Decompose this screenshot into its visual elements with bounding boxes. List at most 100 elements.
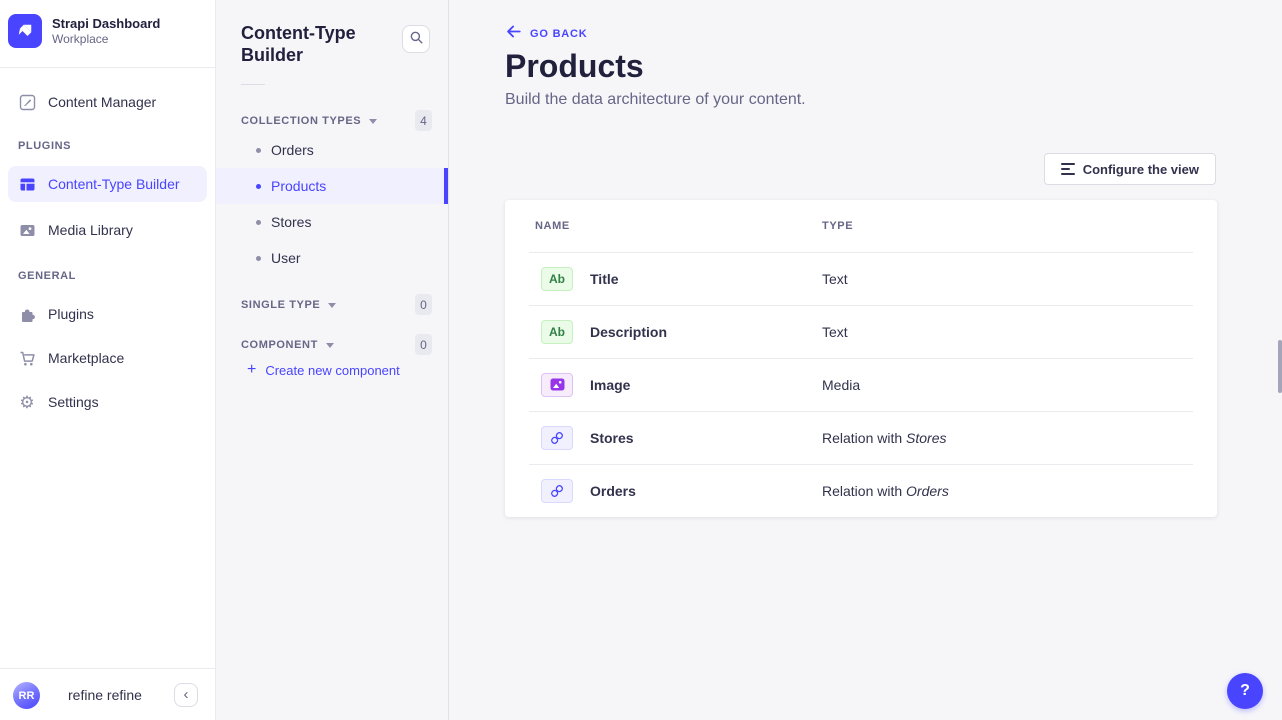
field-type: Media	[822, 377, 860, 393]
divider	[0, 67, 215, 68]
section-collection-types[interactable]: COLLECTION TYPES 4	[241, 112, 432, 130]
relation-field-icon	[541, 426, 573, 450]
workspace-switcher[interactable]: Strapi Dashboard Workplace	[8, 14, 160, 48]
search-icon	[409, 30, 424, 48]
subnav-item-label: Orders	[271, 142, 314, 158]
go-back-label: GO BACK	[530, 28, 588, 40]
chevron-down-icon	[326, 343, 334, 348]
field-type: Relation with Stores	[822, 430, 947, 446]
column-header-type: TYPE	[822, 220, 853, 232]
field-type-text: Text	[822, 271, 848, 287]
sidebar-item-content-manager[interactable]: Content Manager	[8, 84, 207, 120]
table-row-image[interactable]: Image Media	[505, 358, 1217, 411]
filter-lines-icon	[1061, 163, 1075, 175]
strapi-logo-icon	[8, 14, 42, 48]
sidebar-item-media-library[interactable]: Media Library	[8, 212, 207, 248]
collapse-sidebar-button[interactable]: ‹	[174, 683, 198, 707]
text-field-icon: Ab	[541, 267, 573, 291]
user-name: refine refine	[68, 669, 142, 720]
field-name: Stores	[590, 430, 634, 446]
scrollbar-thumb[interactable]	[1278, 340, 1282, 393]
field-name: Title	[590, 271, 619, 287]
field-type: Relation with Orders	[822, 483, 949, 499]
subnav-item-label: User	[271, 250, 301, 266]
field-type-text: Relation with	[822, 430, 906, 446]
pen-icon	[18, 93, 36, 111]
configure-view-button[interactable]: Configure the view	[1044, 153, 1216, 185]
count-badge: 0	[415, 334, 432, 355]
content-type-builder-subnav: Content-Type Builder COLLECTION TYPES 4 …	[216, 0, 449, 720]
table-row-stores[interactable]: Stores Relation with Stores	[505, 411, 1217, 464]
main-content: GO BACK Products Build the data architec…	[449, 0, 1282, 720]
text-field-icon: Ab	[541, 320, 573, 344]
table-row-title[interactable]: Ab Title Text	[505, 252, 1217, 305]
plus-icon: +	[247, 362, 256, 378]
subnav-item-user[interactable]: User	[216, 240, 448, 276]
field-name: Orders	[590, 483, 636, 499]
subnav-item-label: Stores	[271, 214, 311, 230]
field-type-text: Relation with	[822, 483, 906, 499]
table-header: NAME TYPE	[505, 200, 1217, 252]
column-header-name: NAME	[535, 220, 570, 232]
search-button[interactable]	[402, 25, 430, 53]
section-component[interactable]: COMPONENT 0	[241, 336, 432, 354]
sidebar-item-label: Content Manager	[48, 94, 156, 110]
picture-icon	[18, 221, 36, 239]
sidebar-item-label: Settings	[48, 394, 99, 410]
subnav-title: Content-Type Builder	[241, 22, 381, 66]
sidebar-item-content-type-builder[interactable]: Content-Type Builder	[8, 166, 207, 202]
help-button[interactable]: ?	[1227, 673, 1263, 709]
page-subtitle: Build the data architecture of your cont…	[505, 91, 806, 109]
field-type-text: Text	[822, 324, 848, 340]
count-badge: 0	[415, 294, 432, 315]
chevron-left-icon: ‹	[184, 686, 189, 703]
section-label: SINGLE TYPE	[241, 299, 320, 311]
subnav-item-label: Products	[271, 178, 326, 194]
sidebar-item-marketplace[interactable]: Marketplace	[8, 340, 207, 376]
sidebar-item-plugins[interactable]: Plugins	[8, 296, 207, 332]
subnav-item-stores[interactable]: Stores	[216, 204, 448, 240]
chevron-down-icon	[328, 303, 336, 308]
field-type: Text	[822, 271, 848, 287]
section-label: COMPONENT	[241, 339, 318, 351]
subnav-item-orders[interactable]: Orders	[216, 132, 448, 168]
fields-table: NAME TYPE Ab Title Text Ab Description T…	[505, 200, 1217, 517]
count-badge: 4	[415, 110, 432, 131]
chevron-down-icon	[369, 119, 377, 124]
gear-icon: ⚙	[18, 393, 36, 411]
sidebar-item-settings[interactable]: ⚙ Settings	[8, 384, 207, 420]
avatar[interactable]: RR	[13, 682, 40, 709]
section-single-type[interactable]: SINGLE TYPE 0	[241, 296, 432, 314]
main-sidebar: Strapi Dashboard Workplace Content Manag…	[0, 0, 216, 720]
field-type-ref: Stores	[906, 430, 946, 446]
sidebar-item-label: Content-Type Builder	[48, 176, 180, 192]
puzzle-icon	[18, 305, 36, 323]
configure-view-label: Configure the view	[1083, 162, 1199, 177]
bullet-icon	[256, 148, 261, 153]
table-row-orders[interactable]: Orders Relation with Orders	[505, 464, 1217, 517]
subnav-item-products[interactable]: Products	[216, 168, 448, 204]
relation-field-icon	[541, 479, 573, 503]
divider	[241, 84, 265, 85]
sidebar-item-label: Marketplace	[48, 350, 124, 366]
sidebar-item-label: Plugins	[48, 306, 94, 322]
field-name: Description	[590, 324, 667, 340]
media-field-icon	[541, 373, 573, 397]
sidebar-section-plugins: PLUGINS	[18, 140, 71, 152]
workspace-subtitle: Workplace	[52, 32, 160, 47]
sidebar-section-general: GENERAL	[18, 270, 76, 282]
field-type-text: Media	[822, 377, 860, 393]
section-label: COLLECTION TYPES	[241, 115, 361, 127]
field-name: Image	[590, 377, 630, 393]
create-link-label: Create new component	[265, 363, 399, 378]
workspace-title: Strapi Dashboard	[52, 15, 160, 32]
field-type-ref: Orders	[906, 483, 949, 499]
table-row-description[interactable]: Ab Description Text	[505, 305, 1217, 358]
cart-icon	[18, 349, 36, 367]
page-title: Products	[505, 48, 644, 85]
layout-grid-icon	[18, 175, 36, 193]
field-type: Text	[822, 324, 848, 340]
create-new-component-link[interactable]: + Create new component	[247, 362, 400, 378]
sidebar-item-label: Media Library	[48, 222, 133, 238]
go-back-link[interactable]: GO BACK	[505, 24, 588, 44]
